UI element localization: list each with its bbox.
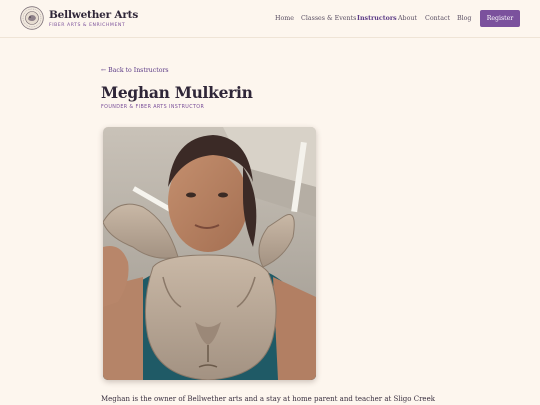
nav-item-blog[interactable]: Blog bbox=[457, 15, 471, 22]
instructor-bio: Meghan is the owner of Bellwether arts a… bbox=[101, 395, 435, 403]
nav-item-contact[interactable]: Contact bbox=[425, 15, 450, 22]
instructor-photo-image bbox=[103, 127, 316, 380]
nav-item-instructors[interactable]: Instructors bbox=[357, 15, 397, 22]
register-button[interactable]: Register bbox=[480, 10, 520, 27]
back-to-instructors-link[interactable]: ← Back to Instructors bbox=[101, 67, 169, 74]
bellwether-seal-icon[interactable] bbox=[20, 6, 44, 30]
brand-tagline: FIBER ARTS & ENRICHMENT bbox=[49, 23, 126, 28]
nav-item-home[interactable]: Home bbox=[275, 15, 294, 22]
instructor-role: FOUNDER & FIBER ARTS INSTRUCTOR bbox=[101, 105, 205, 110]
brand-name[interactable]: Bellwether Arts bbox=[49, 9, 138, 21]
nav-item-classes-events[interactable]: Classes & Events bbox=[301, 15, 356, 22]
page-title: Meghan Mulkerin bbox=[101, 83, 253, 102]
nav-item-about[interactable]: About bbox=[398, 15, 417, 22]
site-header: Bellwether Arts FIBER ARTS & ENRICHMENT … bbox=[0, 0, 540, 38]
instructor-photo bbox=[103, 127, 316, 380]
